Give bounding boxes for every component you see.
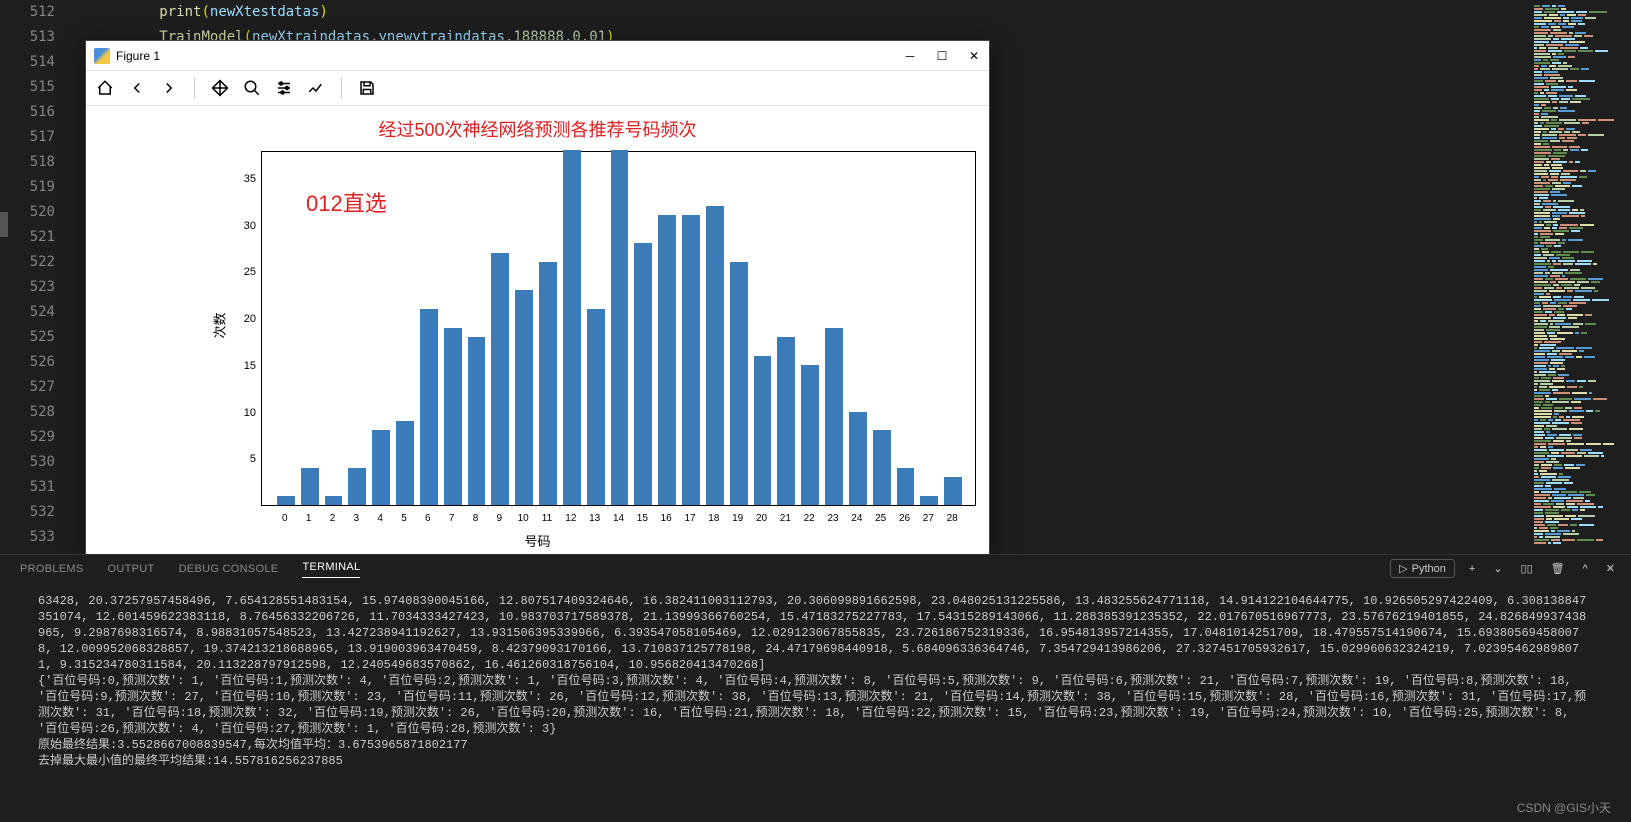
x-axis: 0123456789101112131415161718192021222324… [261,511,976,531]
chevron-down-icon[interactable]: ⌄ [1489,560,1506,577]
close-button[interactable]: ✕ [967,49,981,63]
bar [563,150,581,505]
bar [634,243,652,505]
bar [897,468,915,505]
bar [682,215,700,505]
watermark: CSDN @GIS小天 [1517,799,1611,816]
bar [587,309,605,505]
panel-tab-output[interactable]: OUTPUT [108,563,155,575]
bar [944,477,962,505]
bar [658,215,676,505]
pan-icon[interactable] [209,77,231,99]
matplotlib-icon [94,48,110,64]
chart-title: 经过500次神经网络预测各推荐号码频次 [106,116,969,142]
bar [730,262,748,505]
bar [611,150,629,505]
lineplot-icon[interactable] [305,77,327,99]
active-line-indicator [0,212,8,237]
bar [920,496,938,505]
maximize-button[interactable]: ☐ [935,49,949,63]
figure-window: Figure 1 ─ ☐ ✕ 经过500次神经网络预测各推荐号码频次 012直选… [85,40,990,555]
maximize-panel-icon[interactable]: ^ [1579,561,1592,577]
x-axis-label: 号码 [524,531,550,550]
trash-icon[interactable]: 🗑 [1547,560,1569,577]
terminal-panel: PROBLEMS OUTPUT DEBUG CONSOLE TERMINAL ▷Pyt… [0,554,1631,778]
bar [277,496,295,505]
bar [301,468,319,505]
forward-icon[interactable] [158,77,180,99]
panel-tab-problems[interactable]: PROBLEMS [20,563,84,575]
bar [801,365,819,505]
bar [444,328,462,506]
panel-tab-debug-console[interactable]: DEBUG CONSOLE [179,563,279,575]
plot-area [261,151,976,506]
bar [515,290,533,505]
terminal-shell-selector[interactable]: ▷Python [1390,559,1455,578]
back-icon[interactable] [126,77,148,99]
bar [468,337,486,505]
save-icon[interactable] [356,77,378,99]
figure-title: Figure 1 [116,49,903,63]
split-terminal-icon[interactable]: ▯▯ [1517,560,1537,577]
bar [754,356,772,505]
zoom-icon[interactable] [241,77,263,99]
bar [706,206,724,505]
bar [325,496,343,505]
configure-icon[interactable] [273,77,295,99]
terminal-output[interactable]: 63428, 20.37257957458496, 7.654128551483… [0,583,1631,779]
bar [873,430,891,505]
bar [420,309,438,505]
figure-canvas: 经过500次神经网络预测各推荐号码频次 012直选 次数 51015202530… [86,106,989,556]
minimap[interactable] [1531,0,1631,554]
bar [491,253,509,505]
panel-tabs: PROBLEMS OUTPUT DEBUG CONSOLE TERMINAL [0,555,1631,583]
bar [777,337,795,505]
panel-tab-terminal[interactable]: TERMINAL [302,561,360,578]
figure-titlebar[interactable]: Figure 1 ─ ☐ ✕ [86,41,989,71]
bar [372,430,390,505]
bar [396,421,414,505]
figure-toolbar [86,71,989,106]
close-panel-icon[interactable]: ✕ [1602,560,1619,577]
bar [348,468,366,505]
add-terminal-icon[interactable]: + [1465,561,1479,577]
line-gutter: 5125135145155165175185195205215225235245… [0,0,75,554]
y-axis: 5101520253035 [226,151,261,506]
home-icon[interactable] [94,77,116,99]
bar [849,412,867,505]
bar [539,262,557,505]
bar [825,328,843,506]
minimize-button[interactable]: ─ [903,49,917,63]
